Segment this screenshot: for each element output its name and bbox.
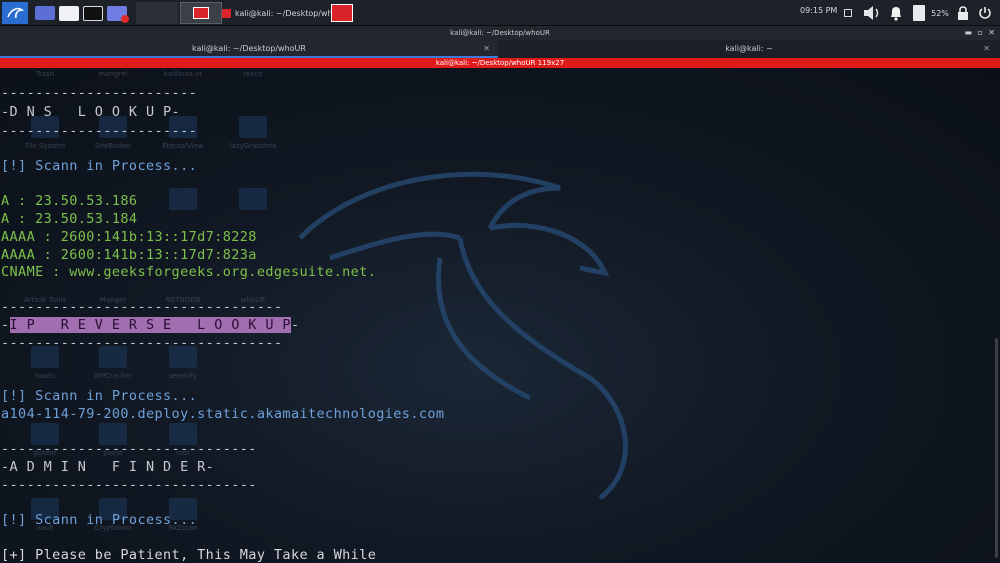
- ip-reverse-lookup-title: I P R E V E R S E L O O K U P: [9, 317, 291, 333]
- ip-reverse-title-row: -I P R E V E R S E L O O K U P-: [1, 317, 299, 333]
- screen-recorder-icon[interactable]: [106, 4, 129, 23]
- desktop-icon: [218, 188, 288, 214]
- desktop-icon: kalilinux.vt: [163, 70, 203, 78]
- dns-rule-bottom: -----------------------: [1, 123, 198, 139]
- file-manager-icon[interactable]: [58, 4, 80, 22]
- dns-record-cname: CNAME : www.geeksforgeeks.org.edgesuite.…: [1, 264, 377, 280]
- battery-percent: 52%: [931, 8, 949, 18]
- desktop-icon: rexce: [243, 70, 263, 78]
- terminal-output[interactable]: Trash mangrel kalilinux.vt rexce File Sy…: [0, 68, 1000, 563]
- window-icon[interactable]: [842, 4, 854, 22]
- desktop-icon: mangrel: [98, 70, 128, 78]
- volume-icon[interactable]: [860, 4, 884, 22]
- dns-record-aaaa1: AAAA : 2600:141b:13::17d7:8228: [1, 229, 257, 245]
- terminal-icon[interactable]: [82, 4, 104, 22]
- workspace-1-button[interactable]: [136, 2, 178, 24]
- admin-rule-bottom: ------------------------------: [1, 477, 257, 493]
- scan-status-1: [!] Scann in Process...: [1, 158, 198, 174]
- workspace-2-button[interactable]: [180, 2, 222, 24]
- desktop-icon: lazyGrandma: [218, 116, 288, 150]
- terminal-scrollbar[interactable]: [994, 68, 998, 563]
- desktop-icon: WPCracker: [78, 346, 148, 380]
- scan-status-3: [!] Scann in Process...: [1, 512, 198, 528]
- clock[interactable]: 09:15 PM: [800, 6, 837, 15]
- desktop-icon: nuatu: [10, 346, 80, 380]
- scan-status-2: [!] Scann in Process...: [1, 388, 198, 404]
- tab-label: kali@kali: ~/Desktop/whoUR: [192, 44, 306, 53]
- minimize-icon[interactable]: ▬: [964, 26, 972, 40]
- desktop-icon: [148, 188, 218, 214]
- dns-record-a1: A : 23.50.53.186: [1, 193, 138, 209]
- ip-rule-top: ---------------------------------: [1, 299, 283, 315]
- maximize-icon[interactable]: ▫: [978, 26, 983, 40]
- taskbar-terminal-label: kali@kali: ~/Desktop/wh...: [235, 8, 341, 18]
- lock-icon[interactable]: [954, 4, 972, 22]
- ip-title-lead: -: [1, 317, 10, 333]
- top-panel: kali@kali: ~/Desktop/wh... 09:15 PM 52%: [0, 0, 1000, 26]
- terminal-app-icon: [222, 8, 231, 18]
- tab-label: kali@kali: ~: [725, 44, 773, 53]
- admin-finder-title: -A D M I N F I N D E R-: [1, 459, 215, 475]
- tab-home[interactable]: kali@kali: ~ ✕: [500, 40, 998, 58]
- power-icon[interactable]: [976, 4, 994, 22]
- patience-message: [+] Please be Patient, This May Take a W…: [1, 547, 377, 563]
- desktop-icon: serenity: [148, 346, 218, 380]
- admin-rule-top: ------------------------------: [1, 441, 257, 457]
- window-title: kali@kali: ~/Desktop/whoUR: [450, 29, 550, 37]
- close-icon[interactable]: ✕: [988, 26, 995, 40]
- window-titlebar[interactable]: kali@kali: ~/Desktop/whoUR ▬ ▫ ✕: [0, 26, 1000, 40]
- dns-lookup-title: -D N S L O O K U P-: [1, 104, 181, 120]
- kali-dragon-icon[interactable]: [2, 2, 28, 24]
- tab-close-icon[interactable]: ✕: [983, 40, 990, 57]
- dns-record-aaaa2: AAAA : 2600:141b:13::17d7:823a: [1, 247, 257, 263]
- notification-bell-icon[interactable]: [886, 4, 906, 22]
- ip-title-tail: -: [290, 317, 300, 333]
- taskbar-red-app-icon[interactable]: [331, 4, 353, 22]
- battery-icon[interactable]: [910, 4, 928, 22]
- dns-record-a2: A : 23.50.53.184: [1, 211, 138, 227]
- terminal-tabbar: kali@kali: ~/Desktop/whoUR ✕ kali@kali: …: [0, 40, 1000, 58]
- ip-rule-bottom: ---------------------------------: [1, 335, 283, 351]
- desktop-icon-trash: Trash: [35, 70, 55, 78]
- terminal-title-bar: kali@kali: ~/Desktop/whoUR 119x27: [0, 58, 1000, 68]
- terminal-title: kali@kali: ~/Desktop/whoUR 119x27: [435, 59, 565, 67]
- tab-close-icon[interactable]: ✕: [483, 40, 490, 57]
- workspace-icon[interactable]: [34, 4, 56, 22]
- taskbar-terminal-item[interactable]: kali@kali: ~/Desktop/wh...: [222, 3, 340, 23]
- scrollbar-thumb[interactable]: [995, 338, 998, 558]
- dns-rule-top: -----------------------: [1, 85, 198, 101]
- tab-whour[interactable]: kali@kali: ~/Desktop/whoUR ✕: [0, 40, 498, 58]
- reverse-lookup-host: a104-114-79-200.deploy.static.akamaitech…: [1, 406, 445, 422]
